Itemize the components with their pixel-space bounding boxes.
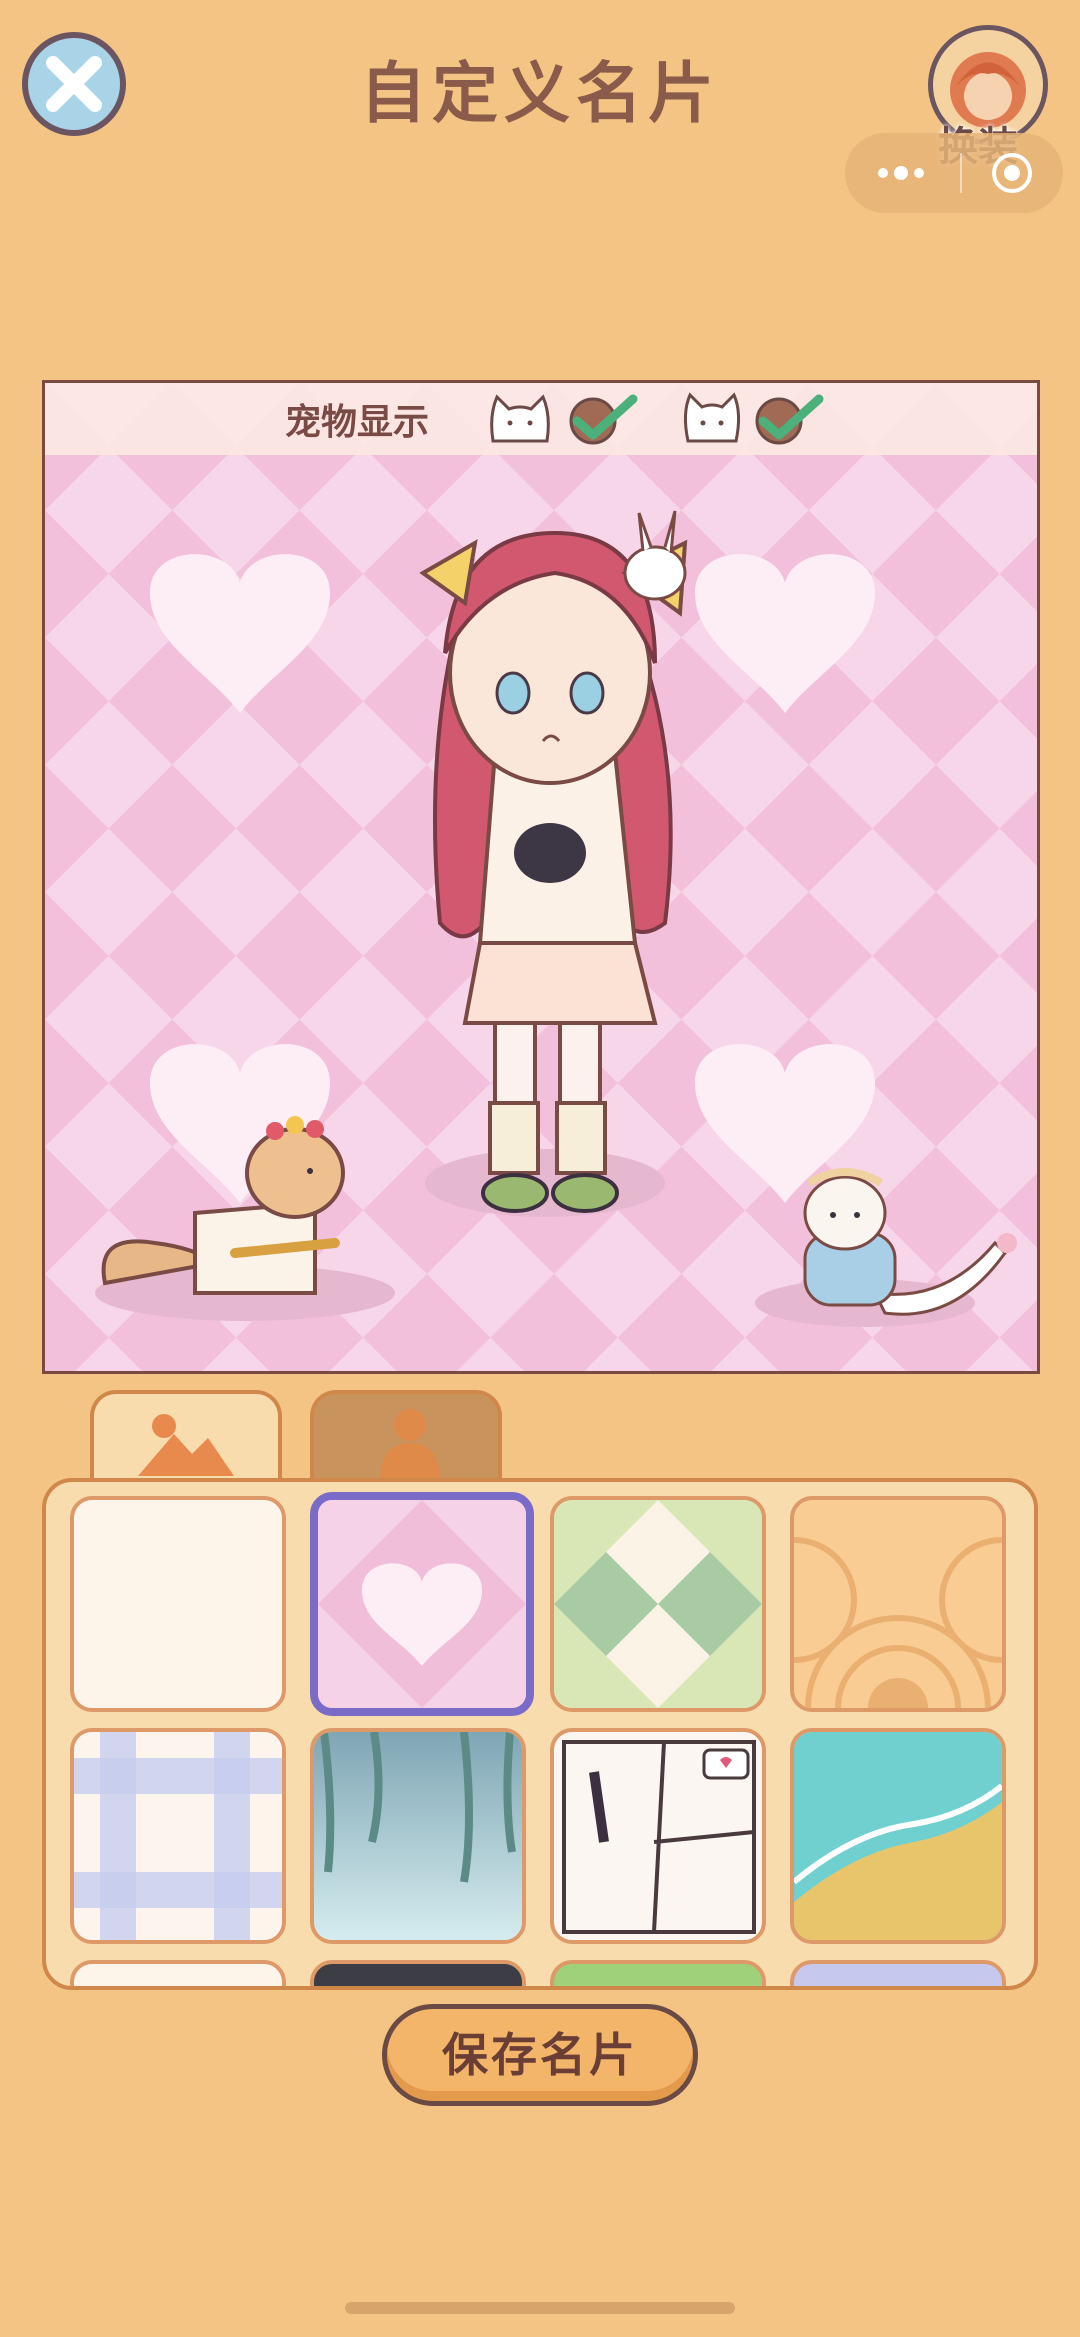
forest-pattern-thumb (314, 1732, 522, 1940)
save-card-label: 保存名片 (442, 2028, 638, 2082)
miniprogram-capsule (845, 133, 1063, 213)
pet-dog-illustration (95, 1116, 395, 1321)
character-illustration (419, 510, 688, 1217)
beach-pattern-thumb (794, 1732, 1002, 1940)
manga-pattern-thumb (562, 1740, 756, 1934)
scenery-icon (138, 1414, 234, 1476)
cat-face-icon (490, 394, 550, 443)
background-grid-panel (42, 1478, 1038, 1990)
pet-cat-illustration (755, 1168, 1017, 1327)
plaid-pattern-thumb (74, 1732, 282, 1940)
save-card-button[interactable]: 保存名片 (382, 2004, 698, 2106)
check-icon (569, 394, 638, 445)
bg-tile-beach[interactable] (790, 1728, 1006, 1944)
bg-tile-partial-4[interactable] (790, 1960, 1006, 1986)
checker-pattern-thumb (554, 1500, 762, 1708)
pet-display-label: 宠物显示 (285, 402, 430, 443)
character-icon (380, 1409, 440, 1483)
tab-characters[interactable] (310, 1390, 502, 1492)
pet-display-bar: 宠物显示 (45, 383, 1037, 455)
bg-tile-green-checker[interactable] (550, 1496, 766, 1712)
pet1-checkbox[interactable] (565, 391, 641, 451)
exit-miniprogram-icon[interactable] (989, 150, 1035, 196)
bg-tile-plain-cream[interactable] (70, 1496, 286, 1712)
bg-tile-blue-plaid[interactable] (70, 1728, 286, 1944)
bg-tile-partial-2[interactable] (310, 1960, 526, 1986)
page-title: 自定义名片 (360, 55, 720, 132)
bg-tile-orange-waves[interactable] (790, 1496, 1006, 1712)
tab-backgrounds[interactable] (90, 1390, 282, 1492)
pet2-checkbox[interactable] (751, 391, 827, 451)
wave-pattern-thumb (794, 1537, 1002, 1708)
more-icon[interactable] (873, 163, 933, 183)
check-icon (755, 394, 824, 445)
kitten-face-icon (683, 392, 741, 443)
business-card-preview: 宠物显示 (42, 380, 1040, 1374)
bg-tile-partial-3[interactable] (550, 1960, 766, 1986)
home-indicator (345, 2302, 735, 2314)
bg-tile-pink-hearts[interactable] (310, 1492, 534, 1716)
bg-tile-partial-1[interactable] (70, 1960, 286, 1986)
heart-pattern-thumb (318, 1500, 526, 1708)
bg-tile-forest-vines[interactable] (310, 1728, 526, 1944)
bg-tile-manga-panels[interactable] (550, 1728, 766, 1944)
